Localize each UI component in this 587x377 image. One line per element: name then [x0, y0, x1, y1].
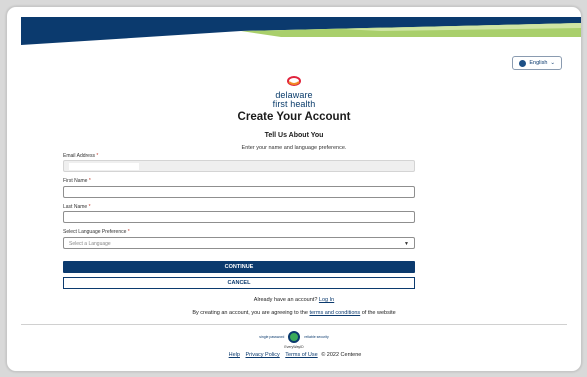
section-subtitle: Tell Us About You [264, 132, 324, 139]
email-label: Email Address * [63, 153, 99, 159]
instruction-text: Enter your name and language preference. [241, 145, 347, 151]
copyright-text: © 2022 Centene [321, 352, 362, 358]
chevron-down-icon: ⌄ [550, 60, 555, 66]
login-link[interactable]: Log In [319, 297, 334, 303]
brand-logo: delaware first health [7, 73, 581, 109]
globe-icon [519, 59, 527, 67]
security-seal-icon [288, 331, 301, 343]
language-select-placeholder: Select a Language [69, 241, 111, 247]
brand-line-2: first health [272, 99, 316, 109]
last-name-label: Last Name * [63, 204, 91, 210]
help-link[interactable]: Help [229, 352, 240, 358]
cancel-button[interactable]: CANCEL [63, 277, 415, 289]
page-frame: English ⌄ delaware first health Create Y… [6, 6, 582, 372]
email-field[interactable] [63, 160, 415, 172]
first-name-label: First Name * [63, 178, 91, 184]
terms-of-use-link[interactable]: Terms of Use [285, 352, 317, 358]
language-selector[interactable]: English ⌄ [512, 56, 562, 70]
language-preference-label: Select Language Preference * [63, 229, 130, 235]
footer-divider [21, 324, 567, 325]
page-title: Create Your Account [237, 111, 351, 123]
footer-links: Help Privacy Policy Terms of Use © 2022 … [7, 352, 581, 358]
last-name-field[interactable] [63, 211, 415, 223]
first-name-field[interactable] [63, 186, 415, 198]
language-label: English [529, 60, 548, 66]
header-banner [21, 17, 581, 45]
continue-button[interactable]: CONTINUE [63, 261, 415, 273]
terms-link[interactable]: terms and conditions [309, 310, 360, 316]
login-prompt: Already have an account? Log In [253, 297, 335, 303]
privacy-policy-link[interactable]: Privacy Policy [246, 352, 280, 358]
email-value-redacted [69, 163, 139, 171]
select-caret-icon: ▼ [404, 241, 409, 247]
badge-caption: EveryWayID [284, 345, 304, 349]
terms-notice: By creating an account, you are agreeing… [192, 310, 396, 316]
language-preference-select[interactable]: Select a Language ▼ [63, 237, 415, 249]
security-badge: single password reliable security [7, 331, 581, 343]
logo-mark-icon [287, 76, 301, 86]
